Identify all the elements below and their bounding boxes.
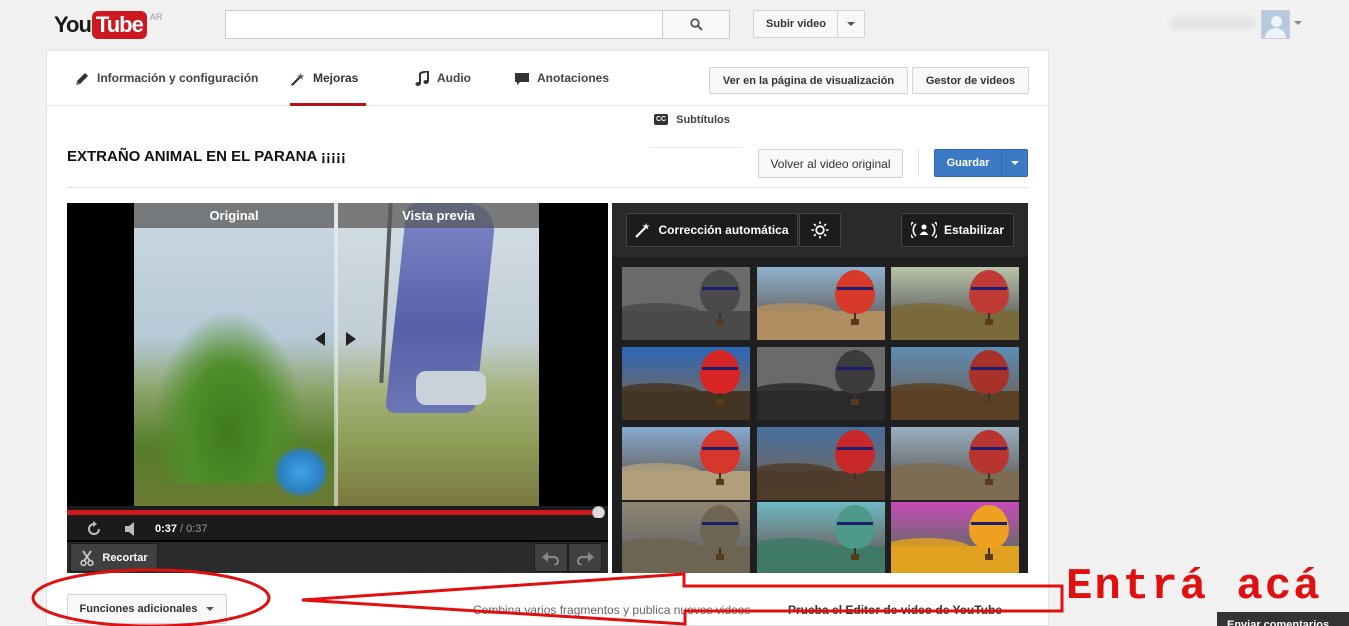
watch-page-button[interactable]: Ver en la página de visualización — [709, 67, 908, 94]
closed-caption-icon: CC — [654, 114, 669, 125]
filter-thumbnail[interactable] — [891, 347, 1019, 420]
tab-annotations[interactable]: Anotaciones — [514, 71, 609, 106]
filter-thumbnail[interactable] — [757, 267, 885, 340]
time-total: 0:37 — [186, 523, 208, 535]
music-note-icon — [414, 71, 430, 87]
filter-thumbnail[interactable] — [622, 502, 750, 573]
tab-label: Anotaciones — [537, 71, 610, 85]
filter-thumbnail[interactable] — [757, 427, 885, 500]
filter-thumbnail[interactable] — [891, 267, 1019, 340]
progress-fill — [67, 510, 598, 515]
filter-thumbnail[interactable] — [891, 427, 1019, 500]
preview-half — [336, 203, 539, 506]
original-half — [134, 203, 336, 506]
stabilize-button[interactable]: Estabilizar — [901, 213, 1014, 247]
tab-info-settings[interactable]: Información y configuración — [74, 71, 258, 106]
scissors-icon — [80, 549, 95, 566]
save-menu-button[interactable] — [1002, 161, 1027, 165]
masthead: You Tube AR Subir video — [0, 0, 1349, 50]
undo-button[interactable] — [534, 543, 568, 572]
region-label: AR — [149, 12, 163, 22]
logo-you-text: You — [54, 12, 92, 37]
feedback-button[interactable]: Enviar comentarios — [1217, 612, 1349, 626]
filter-thumbnail[interactable] — [622, 347, 750, 420]
enhancement-toolbar: Corrección automática Estabilizar — [612, 203, 1028, 257]
upload-menu-button[interactable] — [837, 10, 865, 38]
trim-button[interactable]: Recortar — [70, 543, 158, 572]
save-button[interactable]: Guardar — [934, 149, 1028, 177]
try-video-editor-link[interactable]: Prueba el Editor de video de YouTube — [788, 603, 1002, 617]
tab-label: Mejoras — [313, 71, 359, 85]
enhancement-panel: Corrección automática Estabilizar — [612, 203, 1028, 573]
replay-icon[interactable] — [79, 518, 109, 540]
account-menu-chevron-icon[interactable] — [1294, 21, 1302, 25]
annotation-text: Entrá acá — [1066, 562, 1322, 612]
chevron-down-icon — [206, 607, 215, 611]
user-name[interactable] — [1170, 16, 1256, 30]
video-player[interactable]: Original Vista previa 0:37 / 0:37 Recort… — [67, 203, 608, 573]
filter-thumbnail[interactable] — [622, 427, 750, 500]
chevron-down-icon — [1010, 161, 1019, 165]
editor-card: Información y configuración Mejoras Audi… — [46, 50, 1049, 626]
combine-videos-text: Combina varios fragmentos y publica nuev… — [473, 603, 751, 617]
upload-button[interactable]: Subir video — [753, 10, 838, 38]
filter-thumbnail[interactable] — [891, 502, 1019, 573]
chevron-down-icon — [847, 22, 855, 26]
brightness-button[interactable] — [799, 213, 841, 247]
stabilize-label: Estabilizar — [943, 223, 1005, 237]
split-divider-handle[interactable] — [334, 203, 338, 506]
tab-label: Información y configuración — [97, 71, 259, 85]
original-label: Original — [134, 203, 334, 228]
avatar[interactable] — [1261, 10, 1290, 39]
stabilize-icon — [910, 222, 937, 238]
video-manager-button[interactable]: Gestor de videos — [912, 67, 1029, 94]
video-title: EXTRAÑO ANIMAL EN EL PARANA ¡¡¡¡¡ — [67, 148, 346, 165]
time-current: 0:37 — [155, 523, 178, 535]
magic-wand-icon — [635, 223, 650, 238]
sun-brightness-icon — [811, 221, 829, 239]
search-input[interactable] — [225, 10, 663, 39]
time-separator: / — [180, 523, 184, 535]
divider — [67, 187, 1028, 188]
speech-bubble-icon — [514, 71, 530, 87]
tab-label: Audio — [437, 71, 471, 85]
volume-icon[interactable] — [117, 518, 147, 540]
editing-toolbar: Recortar — [67, 542, 608, 573]
trim-label: Recortar — [102, 551, 148, 564]
editor-tabs: Información y configuración Mejoras Audi… — [47, 51, 1048, 106]
magic-wand-icon — [290, 71, 306, 87]
divider — [918, 149, 919, 177]
tab-enhancements[interactable]: Mejoras — [290, 71, 367, 106]
save-label: Guardar — [946, 157, 990, 169]
logo-tube-text: Tube — [91, 11, 147, 39]
tab-audio[interactable]: Audio — [414, 71, 471, 106]
video-frame[interactable]: Original Vista previa — [134, 203, 539, 506]
tab-subtitles[interactable]: CC Subtítulos — [650, 114, 742, 148]
slide-right-arrow-icon[interactable] — [346, 332, 356, 346]
filter-thumbnail[interactable] — [757, 502, 885, 573]
pencil-icon — [74, 71, 90, 87]
auto-fix-button[interactable]: Corrección automática — [626, 213, 798, 247]
extra-features-button[interactable]: Funciones adicionales — [67, 594, 227, 624]
youtube-logo[interactable]: You Tube AR — [54, 11, 162, 39]
preview-label: Vista previa — [338, 203, 539, 228]
filter-thumbnail[interactable] — [757, 347, 885, 420]
search-button[interactable] — [662, 10, 730, 39]
filter-thumbnail[interactable] — [622, 267, 750, 340]
slide-left-arrow-icon[interactable] — [315, 332, 325, 346]
auto-fix-label: Corrección automática — [658, 223, 789, 237]
extra-features-label: Funciones adicionales — [79, 603, 198, 615]
redo-icon — [576, 551, 594, 565]
undo-icon — [542, 551, 560, 565]
progress-bar[interactable] — [67, 506, 608, 519]
redo-button[interactable] — [568, 543, 602, 572]
player-controls: 0:37 / 0:37 — [67, 518, 608, 540]
search-icon — [689, 18, 703, 31]
tab-label: Subtítulos — [676, 114, 730, 126]
revert-original-button[interactable]: Volver al video original — [758, 149, 903, 178]
